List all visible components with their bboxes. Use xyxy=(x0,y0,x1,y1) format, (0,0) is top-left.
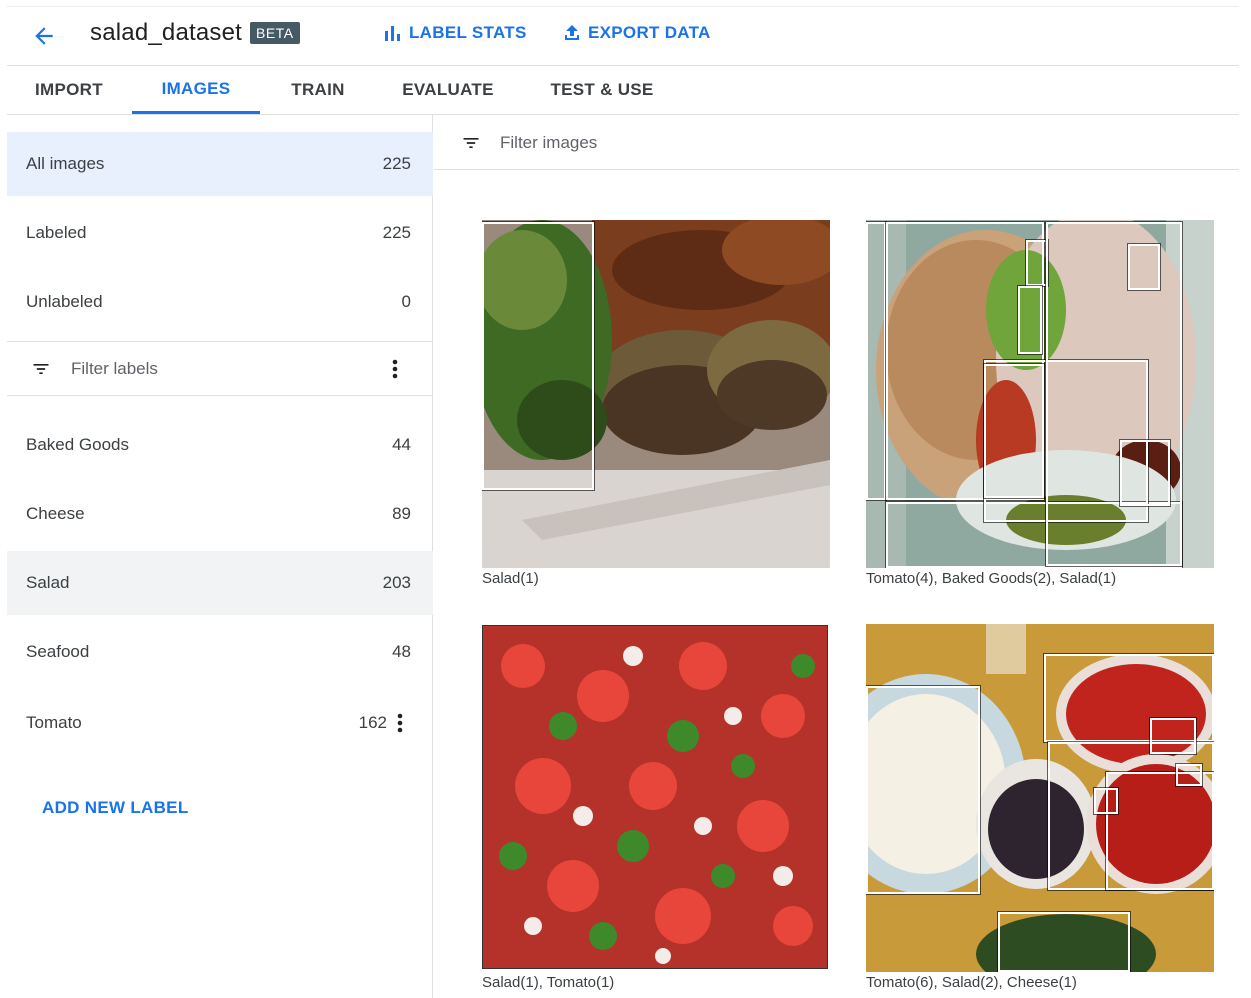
bounding-box xyxy=(1094,788,1118,814)
image-caption: Tomato(6), Salad(2), Cheese(1) xyxy=(866,974,1077,991)
label-count: 44 xyxy=(392,435,411,454)
label-count: 162 xyxy=(358,713,387,732)
bounding-box xyxy=(1046,222,1182,566)
filter-labels-input[interactable]: Filter labels xyxy=(71,359,158,379)
sidebar: All images 225 Labeled 225 Unlabeled 0 F… xyxy=(7,115,433,998)
label-count: 48 xyxy=(392,642,411,661)
label-count: 203 xyxy=(382,573,411,592)
more-vert-icon xyxy=(392,359,398,379)
sidebar-item-salad[interactable]: Salad 203 xyxy=(7,551,433,615)
sidebar-item-unlabeled[interactable]: Unlabeled 0 xyxy=(7,270,433,334)
bounding-box xyxy=(1150,718,1196,754)
sidebar-item-baked-goods[interactable]: Baked Goods 44 xyxy=(7,413,433,477)
image-caption: Tomato(4), Baked Goods(2), Salad(1) xyxy=(866,570,1117,587)
tab-images[interactable]: IMAGES xyxy=(132,66,260,114)
label-name: Baked Goods xyxy=(26,435,130,454)
image-thumbnail xyxy=(866,624,1214,972)
image-card[interactable]: Salad(1), Tomato(1) xyxy=(482,625,830,997)
label-name: Tomato xyxy=(26,713,82,732)
sidebar-item-count: 0 xyxy=(401,292,411,311)
tab-bar: IMPORT IMAGES TRAIN EVALUATE TEST & USE xyxy=(7,66,1239,115)
filter-images-bar[interactable]: Filter images xyxy=(434,115,1239,170)
tab-import[interactable]: IMPORT xyxy=(7,66,131,114)
bounding-box xyxy=(482,222,594,490)
bounding-box xyxy=(866,686,980,894)
image-card[interactable]: Tomato(4), Baked Goods(2), Salad(1) xyxy=(866,220,1214,590)
sidebar-item-seafood[interactable]: Seafood 48 xyxy=(7,620,433,684)
sidebar-item-tomato[interactable]: Tomato 162 xyxy=(7,691,433,755)
image-thumbnail xyxy=(482,625,828,969)
beta-badge: BETA xyxy=(250,22,300,44)
sidebar-item-label: All images xyxy=(26,154,105,173)
tab-test-and-use[interactable]: TEST & USE xyxy=(520,66,684,114)
export-data-label: EXPORT DATA xyxy=(588,23,711,42)
image-thumbnail xyxy=(482,220,830,568)
bounding-box xyxy=(984,364,1044,498)
label-stats-button[interactable]: LABEL STATS xyxy=(383,23,527,43)
bounding-box xyxy=(866,222,886,500)
image-caption: Salad(1) xyxy=(482,570,539,587)
filter-images-input[interactable]: Filter images xyxy=(500,133,597,153)
bounding-box xyxy=(1018,286,1042,354)
sidebar-item-all-images[interactable]: All images 225 xyxy=(7,132,433,196)
filter-labels-bar[interactable]: Filter labels xyxy=(7,341,433,396)
bounding-box xyxy=(998,912,1130,972)
image-grid-panel: Filter images Salad(1) Tomato(4), Baked … xyxy=(434,115,1239,998)
image-caption: Salad(1), Tomato(1) xyxy=(482,974,615,991)
sidebar-item-count: 225 xyxy=(382,154,411,173)
upload-icon xyxy=(565,25,579,40)
add-new-label-button[interactable]: ADD NEW LABEL xyxy=(42,798,189,818)
label-name: Salad xyxy=(26,573,70,592)
export-data-button[interactable]: EXPORT DATA xyxy=(562,23,711,43)
tomato-more-button[interactable] xyxy=(397,713,403,733)
image-card[interactable]: Salad(1) xyxy=(482,220,830,590)
bounding-box xyxy=(1176,764,1202,786)
bounding-box xyxy=(1106,772,1214,890)
sidebar-item-count: 225 xyxy=(382,223,411,242)
tab-train[interactable]: TRAIN xyxy=(260,66,376,114)
filter-list-icon xyxy=(29,357,53,381)
label-name: Cheese xyxy=(26,504,85,523)
sidebar-item-label: Labeled xyxy=(26,223,87,242)
arrow-back-icon xyxy=(35,27,53,45)
filter-list-icon xyxy=(459,131,483,155)
image-thumbnail xyxy=(866,220,1214,568)
label-count-group: 162 xyxy=(359,713,403,733)
label-name: Seafood xyxy=(26,642,90,661)
back-button[interactable] xyxy=(29,21,59,51)
sidebar-item-cheese[interactable]: Cheese 89 xyxy=(7,482,433,546)
labels-more-button[interactable] xyxy=(385,357,405,381)
image-card[interactable]: Tomato(6), Salad(2), Cheese(1) xyxy=(866,624,1214,996)
app-header: salad_dataset BETA LABEL STATS EXPORT DA… xyxy=(7,6,1239,66)
sidebar-item-label: Unlabeled xyxy=(26,292,103,311)
dataset-title: salad_dataset xyxy=(90,19,243,46)
bar-chart-icon xyxy=(385,26,400,41)
more-vert-icon xyxy=(397,713,403,733)
sidebar-item-labeled[interactable]: Labeled 225 xyxy=(7,201,433,265)
tab-evaluate[interactable]: EVALUATE xyxy=(376,66,520,114)
bounding-box xyxy=(1026,240,1048,286)
label-count: 89 xyxy=(392,504,411,523)
label-stats-label: LABEL STATS xyxy=(409,23,527,42)
